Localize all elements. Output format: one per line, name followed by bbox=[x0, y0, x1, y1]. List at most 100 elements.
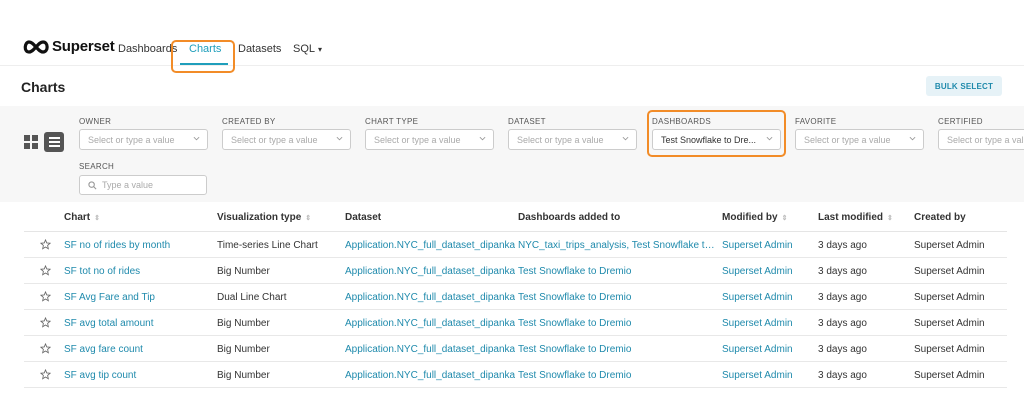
table-row: SF tot no of rides Big Number Applicatio… bbox=[24, 258, 1007, 284]
column-header-label: Created by bbox=[914, 212, 966, 223]
created-by-cell: Superset Admin bbox=[914, 240, 985, 251]
last-modified-cell: 3 days ago bbox=[818, 370, 867, 381]
star-icon[interactable] bbox=[40, 343, 51, 354]
star-icon[interactable] bbox=[40, 291, 51, 302]
page-title: Charts bbox=[21, 79, 66, 95]
modified-by-link[interactable]: Superset Admin bbox=[722, 318, 793, 329]
filter-dataset-placeholder: Select or type a value bbox=[517, 134, 604, 145]
chevron-down-icon bbox=[193, 136, 200, 141]
last-modified-cell: 3 days ago bbox=[818, 318, 867, 329]
filter-favorite-placeholder: Select or type a value bbox=[804, 134, 891, 145]
filter-created-by-placeholder: Select or type a value bbox=[231, 134, 318, 145]
nav-sql-menu[interactable]: SQL ▾ bbox=[293, 43, 322, 55]
table-row: SF avg fare count Big Number Application… bbox=[24, 336, 1007, 362]
dataset-link[interactable]: Application.NYC_full_dataset_dipankar bbox=[345, 370, 515, 381]
column-header-viz-type[interactable]: Visualization type ⇕ bbox=[217, 212, 311, 223]
dashboards-link[interactable]: Test Snowflake to Dremio bbox=[518, 318, 718, 329]
viz-type-cell: Big Number bbox=[217, 318, 270, 329]
dataset-link[interactable]: Application.NYC_full_dataset_dipankar bbox=[345, 344, 515, 355]
last-modified-cell: 3 days ago bbox=[818, 292, 867, 303]
search-placeholder: Type a value bbox=[102, 180, 154, 190]
sort-icon: ⇕ bbox=[94, 214, 100, 222]
column-header-created-by: Created by bbox=[914, 212, 966, 223]
chevron-down-icon bbox=[479, 136, 486, 141]
filter-owner-select[interactable]: Select or type a value bbox=[79, 129, 208, 150]
chart-name-link[interactable]: SF avg total amount bbox=[64, 318, 214, 329]
last-modified-cell: 3 days ago bbox=[818, 240, 867, 251]
chevron-down-icon bbox=[622, 136, 629, 141]
column-header-label: Visualization type bbox=[217, 212, 302, 223]
chart-name-link[interactable]: SF avg fare count bbox=[64, 344, 214, 355]
viz-type-cell: Big Number bbox=[217, 266, 270, 277]
chart-name-link[interactable]: SF avg tip count bbox=[64, 370, 214, 381]
viz-type-cell: Dual Line Chart bbox=[217, 292, 287, 303]
created-by-cell: Superset Admin bbox=[914, 292, 985, 303]
dashboards-link[interactable]: Test Snowflake to Dremio bbox=[518, 266, 718, 277]
dataset-link[interactable]: Application.NYC_full_dataset_dipankar bbox=[345, 318, 515, 329]
created-by-cell: Superset Admin bbox=[914, 318, 985, 329]
star-icon[interactable] bbox=[40, 265, 51, 276]
filter-favorite-label: FAVORITE bbox=[795, 117, 837, 126]
nav-sql-label: SQL bbox=[293, 43, 316, 55]
column-header-dashboards: Dashboards added to bbox=[518, 212, 620, 223]
column-header-label: Modified by bbox=[722, 212, 778, 223]
card-view-icon[interactable] bbox=[24, 135, 38, 149]
dashboards-link[interactable]: NYC_taxi_trips_analysis, Test Snowflake … bbox=[518, 240, 718, 251]
filter-created-by-label: CREATED BY bbox=[222, 117, 276, 126]
table-row: SF Avg Fare and Tip Dual Line Chart Appl… bbox=[24, 284, 1007, 310]
view-toggle bbox=[24, 132, 64, 152]
filter-owner-placeholder: Select or type a value bbox=[88, 134, 175, 145]
created-by-cell: Superset Admin bbox=[914, 370, 985, 381]
search-icon bbox=[88, 180, 97, 189]
column-header-chart[interactable]: Chart ⇕ bbox=[64, 212, 100, 223]
dashboards-link[interactable]: Test Snowflake to Dremio bbox=[518, 370, 718, 381]
filter-dataset-select[interactable]: Select or type a value bbox=[508, 129, 637, 150]
filter-chart-type-placeholder: Select or type a value bbox=[374, 134, 461, 145]
dashboards-link[interactable]: Test Snowflake to Dremio bbox=[518, 292, 718, 303]
dataset-link[interactable]: Application.NYC_full_dataset_dipankar bbox=[345, 240, 515, 251]
caret-down-icon: ▾ bbox=[318, 45, 323, 54]
column-header-last-modified[interactable]: Last modified ⇕ bbox=[818, 212, 893, 223]
table-row: SF avg total amount Big Number Applicati… bbox=[24, 310, 1007, 336]
modified-by-link[interactable]: Superset Admin bbox=[722, 344, 793, 355]
search-label: SEARCH bbox=[79, 162, 115, 171]
dashboards-link[interactable]: Test Snowflake to Dremio bbox=[518, 344, 718, 355]
nav-dashboards[interactable]: Dashboards bbox=[118, 43, 177, 55]
search-input[interactable]: Type a value bbox=[79, 175, 207, 195]
bulk-select-button[interactable]: BULK SELECT bbox=[926, 76, 1002, 96]
modified-by-link[interactable]: Superset Admin bbox=[722, 240, 793, 251]
column-header-label: Dashboards added to bbox=[518, 212, 621, 223]
viz-type-cell: Big Number bbox=[217, 344, 270, 355]
column-header-modified-by[interactable]: Modified by ⇕ bbox=[722, 212, 787, 223]
filter-chart-type-label: CHART TYPE bbox=[365, 117, 419, 126]
created-by-cell: Superset Admin bbox=[914, 266, 985, 277]
filter-certified-select[interactable]: Select or type a value bbox=[938, 129, 1024, 150]
superset-logo[interactable]: Superset bbox=[22, 38, 115, 55]
chart-name-link[interactable]: SF tot no of rides bbox=[64, 266, 214, 277]
filter-chart-type-select[interactable]: Select or type a value bbox=[365, 129, 494, 150]
filter-created-by-select[interactable]: Select or type a value bbox=[222, 129, 351, 150]
brand-name: Superset bbox=[52, 38, 115, 55]
star-icon[interactable] bbox=[40, 239, 51, 250]
column-header-label: Chart bbox=[64, 212, 91, 223]
superset-logo-icon bbox=[23, 39, 49, 54]
sort-icon: ⇕ bbox=[887, 214, 893, 222]
column-header-label: Dataset bbox=[345, 212, 382, 223]
filter-favorite-select[interactable]: Select or type a value bbox=[795, 129, 924, 150]
star-icon[interactable] bbox=[40, 369, 51, 380]
created-by-cell: Superset Admin bbox=[914, 344, 985, 355]
nav-datasets[interactable]: Datasets bbox=[238, 43, 281, 55]
viz-type-cell: Big Number bbox=[217, 370, 270, 381]
chevron-down-icon bbox=[336, 136, 343, 141]
last-modified-cell: 3 days ago bbox=[818, 344, 867, 355]
dataset-link[interactable]: Application.NYC_full_dataset_dipankar bbox=[345, 292, 515, 303]
chart-name-link[interactable]: SF Avg Fare and Tip bbox=[64, 292, 214, 303]
dataset-link[interactable]: Application.NYC_full_dataset_dipankar bbox=[345, 266, 515, 277]
modified-by-link[interactable]: Superset Admin bbox=[722, 292, 793, 303]
chart-name-link[interactable]: SF no of rides by month bbox=[64, 240, 214, 251]
star-icon[interactable] bbox=[40, 317, 51, 328]
modified-by-link[interactable]: Superset Admin bbox=[722, 266, 793, 277]
dashboards-filter-highlight-box bbox=[647, 110, 786, 157]
modified-by-link[interactable]: Superset Admin bbox=[722, 370, 793, 381]
list-view-icon[interactable] bbox=[44, 132, 64, 152]
